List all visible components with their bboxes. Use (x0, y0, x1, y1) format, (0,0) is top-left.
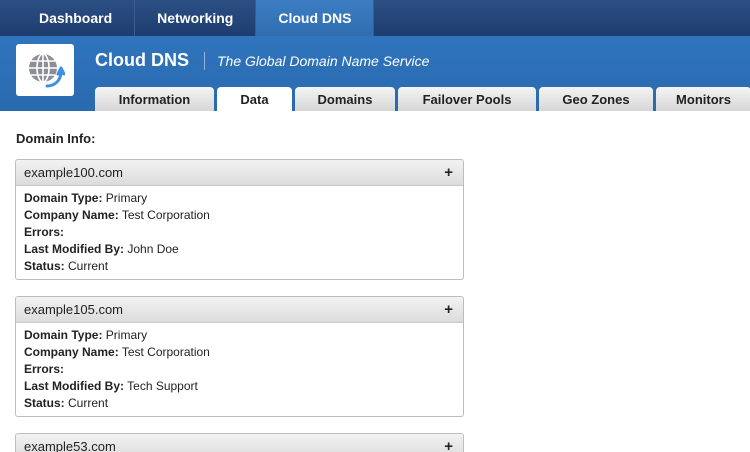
company-name-label: Company Name: (24, 208, 119, 222)
domain-details: Domain Type: Primary Company Name: Test … (16, 186, 463, 279)
domain-type-label: Domain Type: (24, 191, 103, 205)
domain-name: example53.com (24, 439, 116, 452)
domain-details: Domain Type: Primary Company Name: Test … (16, 323, 463, 416)
tab-data[interactable]: Data (217, 87, 292, 111)
last-modified-value: Tech Support (127, 379, 198, 393)
nav-cloud-dns[interactable]: Cloud DNS (256, 0, 375, 36)
domain-name: example100.com (24, 165, 123, 180)
domain-card-header[interactable]: example105.com + (16, 297, 463, 323)
domain-card-header[interactable]: example53.com + (16, 434, 463, 452)
domain-card: example53.com + (15, 433, 464, 452)
tab-failover-pools[interactable]: Failover Pools (398, 87, 536, 111)
domain-type-field: Domain Type: Primary (24, 190, 455, 207)
plus-icon[interactable]: + (444, 302, 453, 317)
last-modified-field: Last Modified By: Tech Support (24, 378, 455, 395)
company-name-label: Company Name: (24, 345, 119, 359)
domain-name: example105.com (24, 302, 123, 317)
domain-type-label: Domain Type: (24, 328, 103, 342)
company-name-value: Test Corporation (121, 208, 210, 222)
tab-geo-zones[interactable]: Geo Zones (539, 87, 653, 111)
app-subtitle: The Global Domain Name Service (217, 53, 430, 69)
status-label: Status: (24, 396, 65, 410)
status-field: Status: Current (24, 258, 455, 275)
errors-label: Errors: (24, 225, 65, 239)
domain-card: example100.com + Domain Type: Primary Co… (15, 159, 464, 280)
last-modified-label: Last Modified By: (24, 379, 125, 393)
status-label: Status: (24, 259, 65, 273)
app-logo (16, 44, 74, 96)
app-title: Cloud DNS (95, 50, 189, 70)
status-field: Status: Current (24, 395, 455, 412)
title-divider (204, 52, 205, 70)
company-name-value: Test Corporation (121, 345, 210, 359)
last-modified-field: Last Modified By: John Doe (24, 241, 455, 258)
last-modified-label: Last Modified By: (24, 242, 125, 256)
errors-field: Errors: (24, 361, 455, 378)
tab-bar: Information Data Domains Failover Pools … (95, 87, 750, 111)
domain-type-field: Domain Type: Primary (24, 327, 455, 344)
last-modified-value: John Doe (127, 242, 179, 256)
errors-label: Errors: (24, 362, 65, 376)
status-value: Current (68, 259, 109, 273)
plus-icon[interactable]: + (444, 165, 453, 180)
errors-field: Errors: (24, 224, 455, 241)
tab-monitors[interactable]: Monitors (656, 87, 750, 111)
domain-type-value: Primary (105, 191, 148, 205)
status-value: Current (68, 396, 109, 410)
nav-networking[interactable]: Networking (135, 0, 257, 36)
top-nav: Dashboard Networking Cloud DNS (0, 0, 750, 36)
domain-card: example105.com + Domain Type: Primary Co… (15, 296, 464, 417)
domain-card-header[interactable]: example100.com + (16, 160, 463, 186)
globe-arrow-icon (29, 53, 65, 88)
tab-information[interactable]: Information (95, 87, 214, 111)
nav-dashboard[interactable]: Dashboard (0, 0, 136, 36)
company-name-field: Company Name: Test Corporation (24, 207, 455, 224)
plus-icon[interactable]: + (444, 439, 453, 452)
section-title: Domain Info: (16, 131, 96, 146)
company-name-field: Company Name: Test Corporation (24, 344, 455, 361)
tab-domains[interactable]: Domains (295, 87, 395, 111)
domain-type-value: Primary (105, 328, 148, 342)
